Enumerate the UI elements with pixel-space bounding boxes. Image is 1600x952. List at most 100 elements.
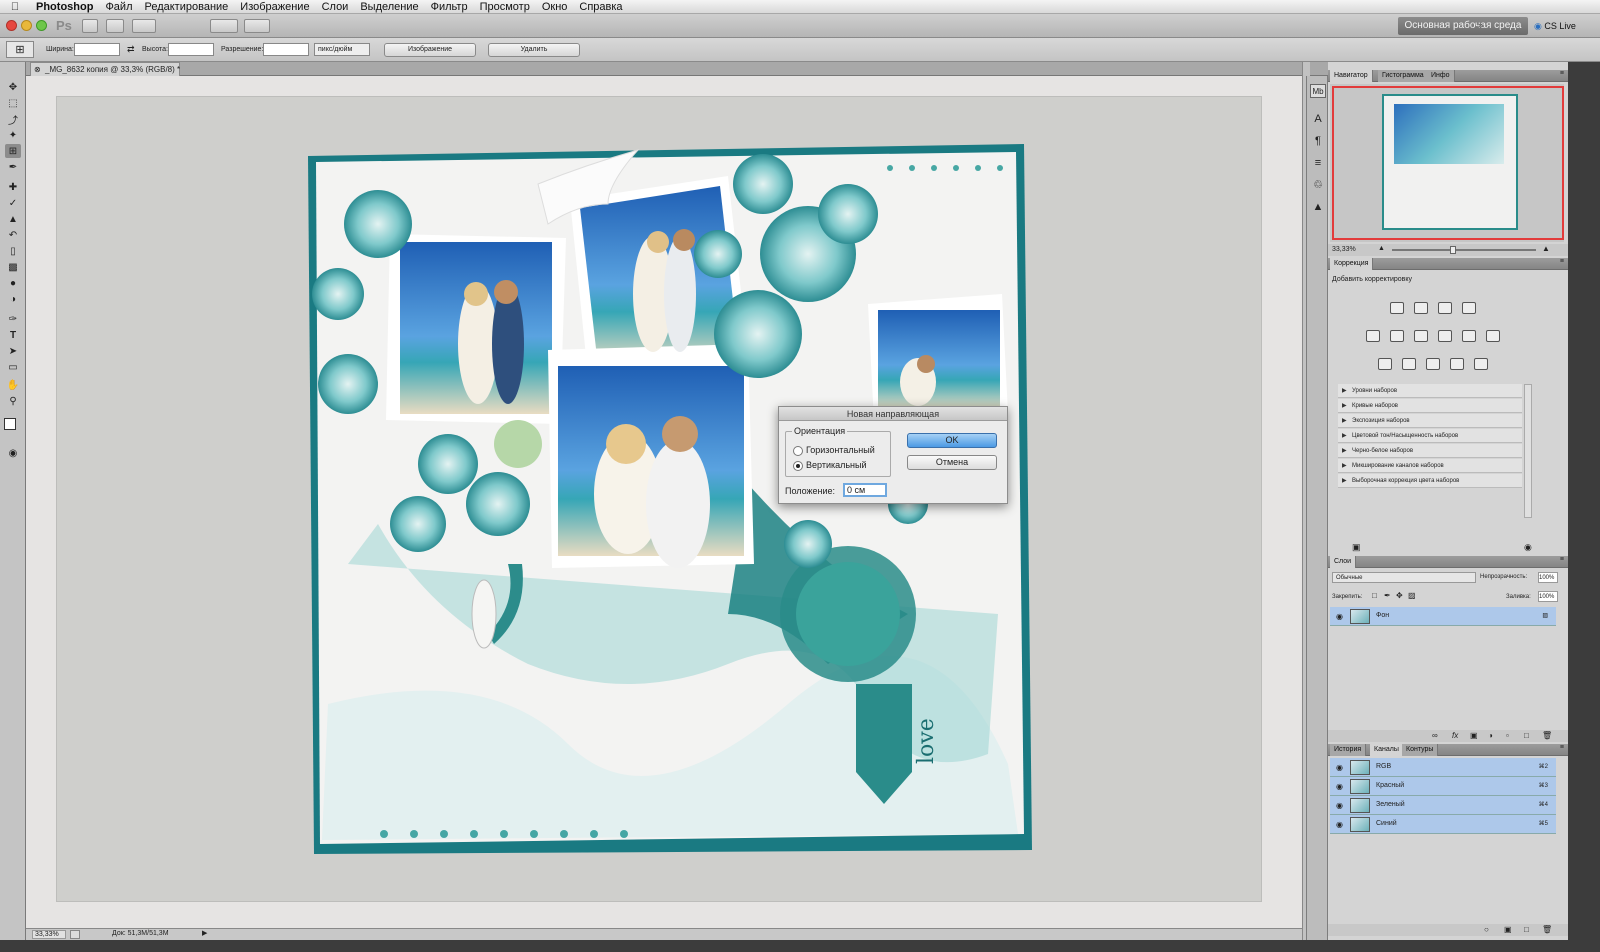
opacity-input[interactable]: 100% bbox=[1538, 572, 1558, 583]
dodge-tool-icon[interactable]: ◑ bbox=[5, 292, 21, 306]
mini-bridge-button[interactable] bbox=[106, 19, 124, 33]
clone-source-panel-icon[interactable]: ♲ bbox=[1310, 178, 1326, 192]
resolution-unit-select[interactable]: пикс/дюйм bbox=[314, 43, 370, 56]
menu-window[interactable]: Окно bbox=[536, 1, 574, 13]
layers-menu-icon[interactable]: ≡ bbox=[1560, 556, 1564, 563]
preset-curves[interactable]: Кривые наборов bbox=[1338, 399, 1522, 413]
status-menu-icon[interactable] bbox=[70, 930, 80, 939]
resolution-input[interactable] bbox=[263, 43, 309, 56]
horizontal-radio[interactable] bbox=[793, 446, 803, 456]
tab-navigator[interactable]: Навигатор bbox=[1330, 70, 1373, 82]
more-workspaces-icon[interactable]: » bbox=[1478, 20, 1490, 30]
adjustment-layer-clip-icon[interactable]: ▣ bbox=[1352, 542, 1361, 553]
eyedropper-tool-icon[interactable]: ✒ bbox=[5, 160, 21, 174]
levels-icon[interactable] bbox=[1414, 302, 1428, 314]
preset-hue-saturation[interactable]: Цветовой тон/Насыщенность наборов bbox=[1338, 429, 1522, 443]
panel-menu-icon[interactable]: ≡ bbox=[1560, 70, 1564, 77]
gradient-tool-icon[interactable]: ▩ bbox=[5, 260, 21, 274]
presets-scrollbar[interactable] bbox=[1524, 384, 1532, 518]
gradient-map-icon[interactable] bbox=[1450, 358, 1464, 370]
tab-adjustments[interactable]: Коррекция bbox=[1330, 258, 1374, 270]
layer-style-icon[interactable]: fx bbox=[1452, 731, 1458, 740]
vertical-radio[interactable] bbox=[793, 461, 803, 471]
history-brush-tool-icon[interactable]: ↶ bbox=[5, 228, 21, 242]
brush-presets-panel-icon[interactable]: ≡ bbox=[1310, 156, 1326, 170]
menu-layers[interactable]: Слои bbox=[316, 1, 355, 13]
zoom-slider[interactable] bbox=[1392, 249, 1536, 251]
ok-button[interactable]: OK bbox=[907, 433, 997, 448]
channel-visibility-eye-icon[interactable]: ◉ bbox=[1336, 782, 1345, 791]
menu-file[interactable]: Файл bbox=[99, 1, 138, 13]
exposure-icon[interactable] bbox=[1462, 302, 1476, 314]
zoom-tool-icon[interactable]: ⚲ bbox=[5, 394, 21, 408]
posterize-icon[interactable] bbox=[1402, 358, 1416, 370]
save-selection-channel-icon[interactable]: ▣ bbox=[1504, 925, 1512, 934]
blur-tool-icon[interactable]: ● bbox=[5, 276, 21, 290]
workspace-switcher[interactable]: Основная рабочая среда bbox=[1398, 17, 1528, 35]
lock-pixels-icon[interactable]: ✒ bbox=[1384, 591, 1391, 600]
delete-channel-icon[interactable]: 🗑 bbox=[1542, 925, 1552, 934]
channel-row-rgb[interactable]: ◉ RGB ⌘2 bbox=[1330, 758, 1556, 777]
foreground-color-swatch[interactable] bbox=[4, 418, 16, 430]
quick-mask-icon[interactable]: ◉ bbox=[5, 446, 21, 460]
tab-histogram[interactable]: Гистограмма bbox=[1378, 70, 1429, 82]
cancel-button[interactable]: Отмена bbox=[907, 455, 997, 470]
lock-all-icon[interactable]: ▨ bbox=[1408, 591, 1416, 600]
channel-row-green[interactable]: ◉ Зеленый ⌘4 bbox=[1330, 796, 1556, 815]
blend-mode-select[interactable]: Обычные bbox=[1332, 572, 1476, 583]
new-layer-icon[interactable]: □ bbox=[1524, 731, 1529, 740]
close-tab-icon[interactable]: ⊗ bbox=[34, 63, 41, 76]
invert-icon[interactable] bbox=[1378, 358, 1392, 370]
minimize-window-button[interactable] bbox=[21, 20, 32, 31]
link-layers-icon[interactable]: ∞ bbox=[1432, 731, 1438, 740]
document-tab[interactable]: ⊗ _MG_8632 копия @ 33,3% (RGB/8) * bbox=[30, 62, 180, 76]
close-window-button[interactable] bbox=[6, 20, 17, 31]
zoom-in-icon[interactable]: ▲ bbox=[1542, 244, 1550, 253]
layer-row-background[interactable]: ◉ Фон ▨ bbox=[1330, 607, 1556, 626]
zoom-slider-thumb[interactable] bbox=[1450, 246, 1456, 254]
pen-tool-icon[interactable]: ✑ bbox=[5, 312, 21, 326]
tab-layers[interactable]: Слои bbox=[1330, 556, 1357, 568]
channel-row-blue[interactable]: ◉ Синий ⌘5 bbox=[1330, 815, 1556, 834]
path-selection-tool-icon[interactable]: ➤ bbox=[5, 344, 21, 358]
delete-layer-icon[interactable]: 🗑 bbox=[1542, 731, 1552, 740]
menu-photoshop[interactable]: Photoshop bbox=[30, 1, 99, 13]
threshold-icon[interactable] bbox=[1426, 358, 1440, 370]
new-group-icon[interactable]: ▫ bbox=[1506, 731, 1509, 740]
front-image-button[interactable]: Изображение bbox=[384, 43, 476, 57]
cs-live-button[interactable]: ◉ CS Live bbox=[1534, 17, 1594, 35]
new-channel-icon[interactable]: □ bbox=[1524, 925, 1529, 934]
zoom-level-field[interactable]: 33,33% bbox=[32, 930, 66, 939]
position-input[interactable]: 0 см bbox=[843, 483, 887, 497]
zoom-window-button[interactable] bbox=[36, 20, 47, 31]
brush-tool-icon[interactable]: ✓ bbox=[5, 196, 21, 210]
lock-position-icon[interactable]: ✥ bbox=[1396, 591, 1403, 600]
load-channel-selection-icon[interactable]: ○ bbox=[1484, 925, 1489, 934]
adjustment-visibility-icon[interactable]: ◉ bbox=[1524, 542, 1532, 553]
navigator-view-box[interactable] bbox=[1332, 86, 1564, 240]
channel-visibility-eye-icon[interactable]: ◉ bbox=[1336, 763, 1345, 772]
preset-levels[interactable]: Уровни наборов bbox=[1338, 384, 1522, 398]
view-extras-button[interactable] bbox=[132, 19, 156, 33]
horizontal-radio-label[interactable]: Горизонтальный bbox=[806, 445, 875, 455]
status-expand-icon[interactable]: ▶ bbox=[202, 929, 207, 937]
menu-select[interactable]: Выделение bbox=[354, 1, 424, 13]
tab-paths[interactable]: Контуры bbox=[1402, 744, 1439, 756]
selective-color-icon[interactable] bbox=[1474, 358, 1488, 370]
hue-saturation-icon[interactable] bbox=[1390, 330, 1404, 342]
paragraph-panel-icon[interactable]: ¶ bbox=[1310, 134, 1326, 148]
navigator-preview[interactable] bbox=[1330, 84, 1564, 242]
black-white-icon[interactable] bbox=[1438, 330, 1452, 342]
layer-visibility-eye-icon[interactable]: ◉ bbox=[1336, 612, 1345, 621]
preset-exposure[interactable]: Экспозиция наборов bbox=[1338, 414, 1522, 428]
channel-row-red[interactable]: ◉ Красный ⌘3 bbox=[1330, 777, 1556, 796]
layer-name[interactable]: Фон bbox=[1376, 612, 1389, 619]
marquee-tool-icon[interactable]: ⬚ bbox=[5, 96, 21, 110]
bridge-button[interactable] bbox=[82, 19, 98, 33]
curves-icon[interactable] bbox=[1438, 302, 1452, 314]
channels-menu-icon[interactable]: ≡ bbox=[1560, 744, 1564, 751]
channel-mixer-icon[interactable] bbox=[1486, 330, 1500, 342]
new-adjustment-layer-icon[interactable]: ◑ bbox=[1488, 731, 1493, 740]
menu-view[interactable]: Просмотр bbox=[474, 1, 536, 13]
mini-bridge-panel-icon[interactable]: Mb bbox=[1310, 84, 1326, 98]
